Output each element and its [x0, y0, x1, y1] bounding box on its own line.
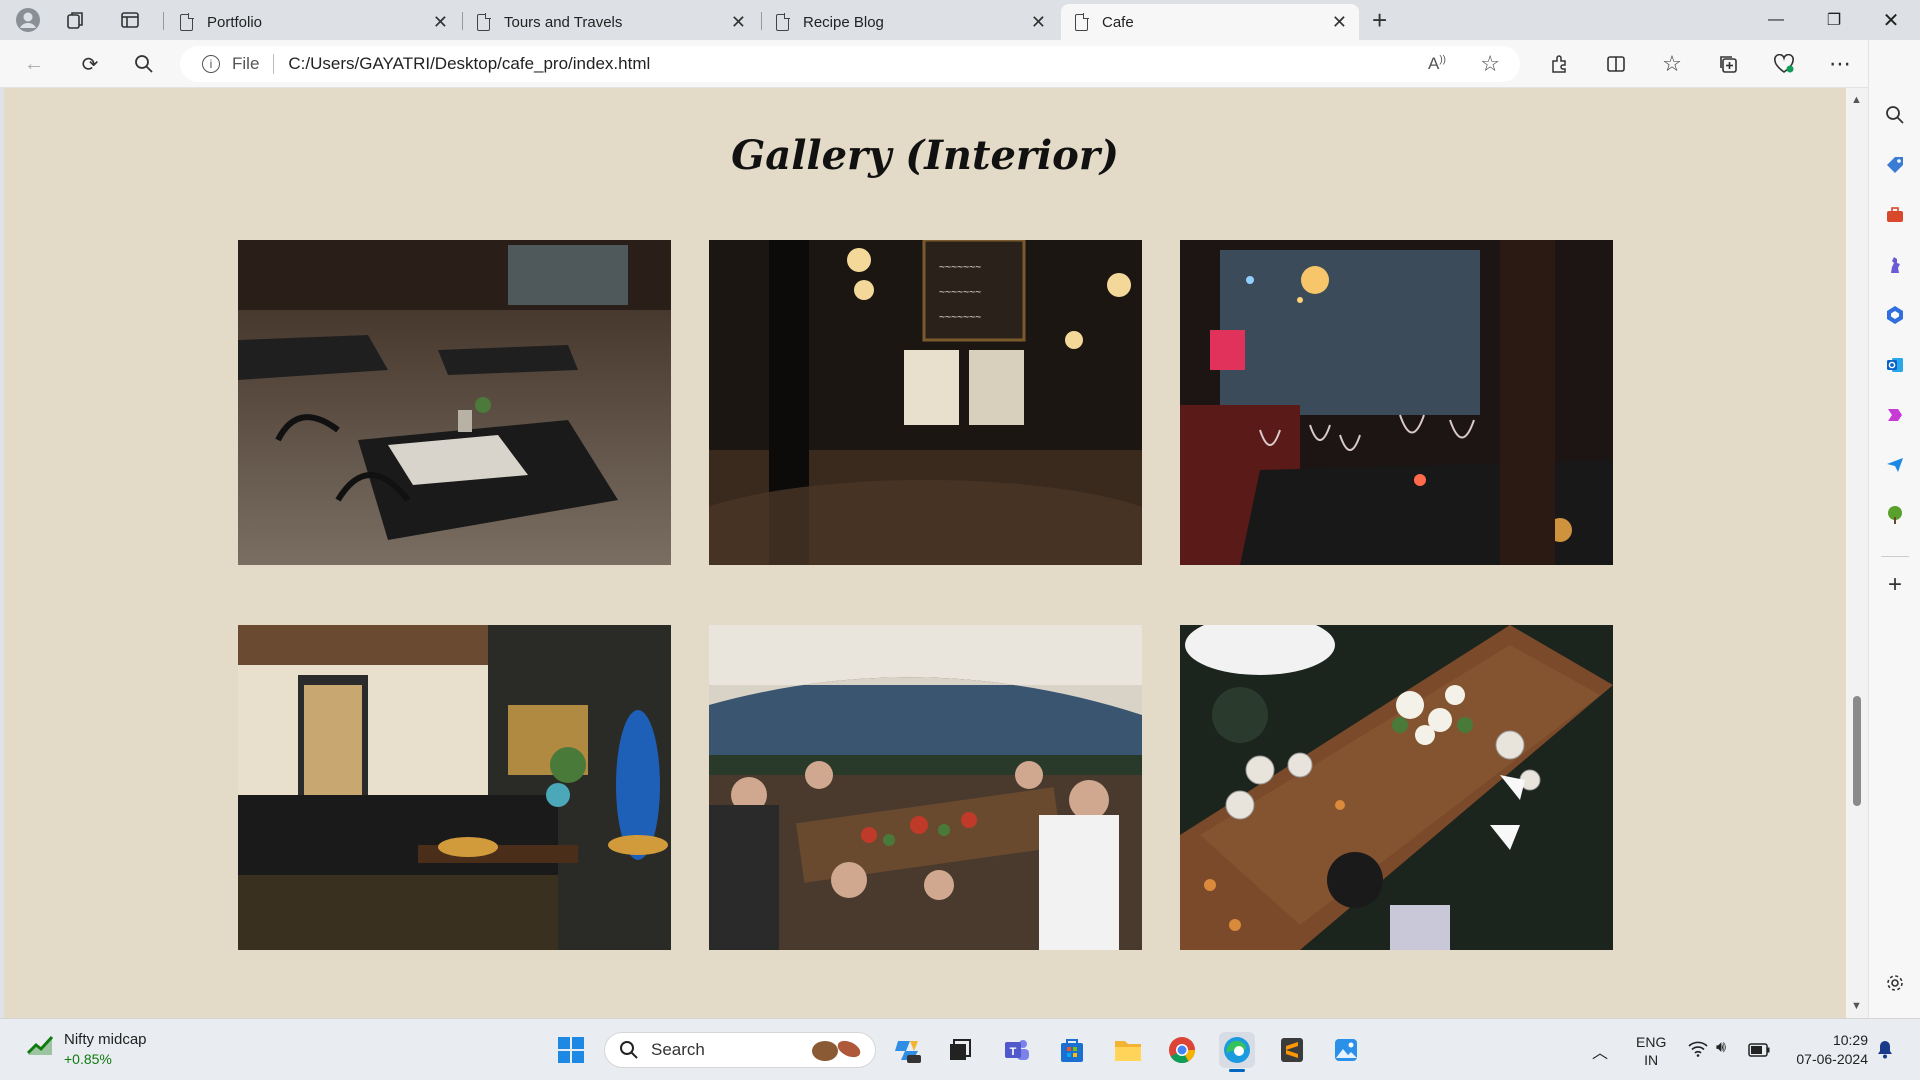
document-icon [1075, 12, 1089, 31]
svg-text:~~~~~~~: ~~~~~~~ [939, 287, 981, 298]
microsoft-365-icon[interactable] [1882, 302, 1908, 328]
clock[interactable]: 10:29 07-06-2024 [1782, 1031, 1868, 1069]
document-icon [180, 12, 194, 31]
scroll-up-arrow-icon[interactable]: ▲ [1851, 94, 1862, 106]
sidebar-search-icon[interactable] [1882, 102, 1908, 128]
shopping-tag-icon[interactable] [1882, 152, 1908, 178]
windows-start-icon[interactable] [553, 1032, 589, 1068]
copilot-app-icon[interactable] [1882, 402, 1908, 428]
scrollbar-thumb[interactable] [1853, 696, 1861, 806]
read-aloud-icon[interactable]: A)) [1428, 54, 1446, 74]
favorites-icon[interactable]: ☆ [1652, 40, 1692, 88]
close-tab-icon[interactable]: ✕ [1332, 12, 1347, 33]
close-window-button[interactable]: ✕ [1862, 0, 1920, 40]
tab-recipe-blog[interactable]: Recipe Blog ✕ [762, 4, 1058, 40]
volume-icon[interactable]: 🔊︎ [1716, 1039, 1726, 1057]
tab-label: Tours and Travels [504, 13, 623, 31]
file-explorer-icon[interactable] [1110, 1032, 1146, 1068]
stock-trend-icon[interactable] [26, 1033, 54, 1062]
page-scrollbar[interactable]: ▲ ▼ [1846, 88, 1868, 1018]
info-icon[interactable]: i [202, 55, 220, 73]
svg-text:~~~~~~~: ~~~~~~~ [939, 312, 981, 323]
collections-icon[interactable] [1708, 40, 1748, 88]
tools-briefcase-icon[interactable] [1882, 202, 1908, 228]
windows-taskbar: Nifty midcap +0.85% Search T ︿ ENG IN 🔊︎… [0, 1018, 1920, 1080]
clock-time: 10:29 [1832, 1032, 1868, 1048]
edge-sidebar: + [1868, 40, 1920, 1018]
document-icon [776, 12, 790, 31]
search-highlight-icon [812, 1040, 861, 1061]
restore-button[interactable]: ❐ [1805, 0, 1863, 40]
taskbar-search-box[interactable]: Search [604, 1032, 876, 1068]
edge-taskbar-icon[interactable] [1219, 1032, 1255, 1072]
tree-icon[interactable] [1882, 502, 1908, 528]
split-screen-icon[interactable] [1596, 40, 1636, 88]
wine-glasses-photo [1180, 240, 1613, 565]
url-text[interactable]: C:/Users/GAYATRI/Desktop/cafe_pro/index.… [288, 54, 650, 74]
tab-actions-icon[interactable] [110, 0, 150, 40]
microsoft-store-icon[interactable] [1054, 1032, 1090, 1068]
teams-icon[interactable]: T [999, 1032, 1035, 1068]
battery-icon[interactable] [1748, 1043, 1770, 1062]
new-tab-button[interactable]: + [1372, 5, 1387, 36]
copilot-taskbar-icon[interactable] [890, 1032, 926, 1068]
cafe-tables-photo [238, 240, 671, 565]
sidebar-settings-gear-icon[interactable] [1882, 970, 1908, 996]
profile-avatar-icon[interactable] [8, 0, 48, 40]
refresh-icon[interactable]: ⟳ [70, 40, 110, 88]
back-arrow-icon[interactable]: ← [14, 40, 54, 88]
tab-label: Cafe [1102, 13, 1134, 31]
language-code: ENG [1636, 1034, 1667, 1050]
tent-party-photo [709, 625, 1142, 950]
widget-title[interactable]: Nifty midcap [64, 1031, 147, 1048]
taskbar-search-icon [620, 1041, 638, 1059]
send-icon[interactable] [1882, 452, 1908, 478]
tab-label: Portfolio [207, 13, 263, 31]
games-chess-icon[interactable] [1882, 252, 1908, 278]
clock-date: 07-06-2024 [1796, 1051, 1868, 1067]
minimize-button[interactable]: — [1747, 0, 1805, 40]
browser-essentials-icon[interactable] [1764, 40, 1804, 88]
tab-strip: Portfolio ✕ Tours and Travels ✕ Recipe B… [0, 0, 1920, 40]
show-hidden-icons-chevron-icon[interactable]: ︿ [1592, 1039, 1608, 1063]
sublime-text-icon[interactable] [1274, 1032, 1310, 1068]
page-content: Gallery (Interior) ~~~~~~~ ~~~~~~~ ~~~~~… [4, 88, 1846, 1018]
search-icon[interactable] [124, 40, 164, 88]
language-indicator[interactable]: ENG IN [1636, 1033, 1666, 1069]
svg-text:~~~~~~~: ~~~~~~~ [939, 262, 981, 273]
tab-tours-and-travels[interactable]: Tours and Travels ✕ [463, 4, 758, 40]
notification-bell-icon[interactable] [1876, 1039, 1894, 1064]
tab-portfolio[interactable]: Portfolio ✕ [166, 4, 460, 40]
wifi-icon[interactable] [1688, 1041, 1708, 1062]
tab-label: Recipe Blog [803, 13, 884, 31]
close-tab-icon[interactable]: ✕ [1031, 12, 1046, 33]
photos-icon[interactable] [1328, 1032, 1364, 1068]
task-view-icon[interactable] [942, 1032, 978, 1068]
outlook-icon[interactable] [1882, 352, 1908, 378]
chrome-icon[interactable] [1164, 1032, 1200, 1068]
add-sidebar-app-icon[interactable]: + [1882, 571, 1908, 598]
document-icon [477, 12, 491, 31]
language-region: IN [1644, 1052, 1659, 1068]
bar-interior-photo: ~~~~~~~ ~~~~~~~ ~~~~~~~ [709, 240, 1142, 565]
coffee-counter-photo [238, 625, 671, 950]
overhead-table-photo [1180, 625, 1613, 950]
svg-text:T: T [1010, 1046, 1017, 1058]
tab-cafe[interactable]: Cafe ✕ [1061, 4, 1359, 40]
taskbar-search-placeholder: Search [651, 1040, 705, 1059]
more-options-icon[interactable]: ⋯ [1820, 40, 1860, 88]
scheme-label: File [232, 54, 260, 73]
scroll-down-arrow-icon[interactable]: ▼ [1851, 1000, 1862, 1012]
widget-value: +0.85% [64, 1051, 112, 1067]
workspaces-icon[interactable] [56, 0, 96, 40]
close-tab-icon[interactable]: ✕ [731, 12, 746, 33]
navigation-bar: ← ⟳ i File C:/Users/GAYATRI/Desktop/cafe… [0, 40, 1920, 88]
page-title: Gallery (Interior) [731, 132, 1119, 179]
extensions-icon[interactable] [1540, 40, 1580, 88]
address-bar[interactable]: i File C:/Users/GAYATRI/Desktop/cafe_pro… [180, 46, 1520, 82]
close-tab-icon[interactable]: ✕ [433, 12, 448, 33]
favorite-star-icon[interactable]: ☆ [1480, 51, 1500, 77]
